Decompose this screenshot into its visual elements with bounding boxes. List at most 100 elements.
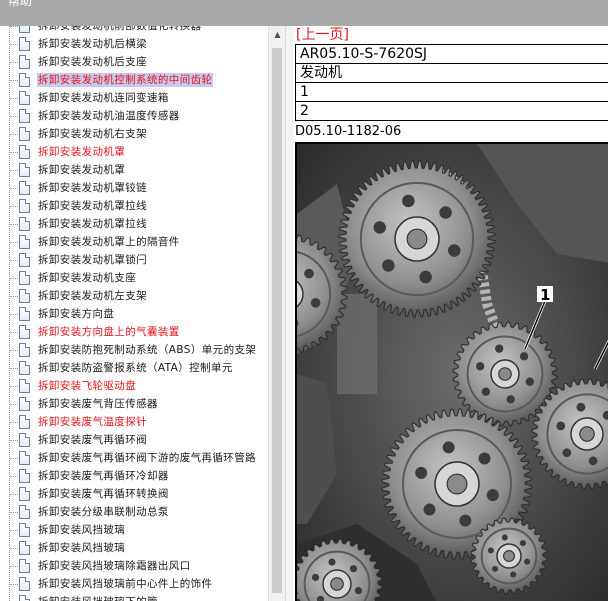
document-icon [19, 217, 30, 231]
tree-item[interactable]: 拆卸安装风挡玻璃 [0, 521, 268, 539]
tree-item[interactable]: 拆卸安装发动机左支架 [0, 287, 268, 305]
tree-connector [10, 170, 18, 171]
document-icon [19, 487, 30, 501]
tree-item[interactable]: 拆卸安装防盗警报系统（ATA）控制单元 [0, 359, 268, 377]
table-row: 发动机 [295, 63, 608, 83]
document-icon [19, 325, 30, 339]
tree-connector [10, 260, 18, 261]
tree-item-label[interactable]: 拆卸安装发动机左支架 [37, 289, 148, 303]
tree-item[interactable]: 拆卸安装发动机罩拉线 [0, 215, 268, 233]
document-icon [19, 199, 30, 213]
tree-connector [10, 242, 18, 243]
tree-item-label[interactable]: 拆卸安装飞轮驱动盘 [37, 379, 137, 393]
tree-item-label[interactable]: 拆卸安装废气再循环冷却器 [37, 469, 170, 483]
tree-item-label[interactable]: 拆卸安装发动机罩 [37, 163, 126, 177]
tree-item[interactable]: 拆卸安装风挡玻璃前中心件上的饰件 [0, 575, 268, 593]
tree-item-label[interactable]: 拆卸安装风挡玻璃 [37, 523, 126, 537]
figure-callout-label: 1 [540, 286, 550, 304]
tree-item[interactable]: 拆卸安装发动机支座 [0, 269, 268, 287]
document-icon [19, 505, 30, 519]
tree-item-label[interactable]: 拆卸安装发动机支座 [37, 271, 137, 285]
tree-item[interactable]: 拆卸安装防抱死制动系统（ABS）单元的支架 [0, 341, 268, 359]
tree-item[interactable]: 拆卸安装风挡玻璃下的管 [0, 593, 268, 601]
tree-item-label[interactable]: 拆卸安装发动机右支架 [37, 127, 148, 141]
tree-item-label[interactable]: 拆卸安装发动机罩 [37, 145, 126, 159]
tree-connector [10, 152, 18, 153]
tree-item-label[interactable]: 拆卸安装风挡玻璃 [37, 541, 126, 555]
tree-item[interactable]: 拆卸安装方向盘 [0, 305, 268, 323]
tree-item-label[interactable]: 拆卸安装废气再循环转换阀 [37, 487, 170, 501]
tree-item-label[interactable]: 拆卸安装发动机罩拉线 [37, 217, 148, 231]
tree-item-label[interactable]: 拆卸安装风挡玻璃前中心件上的饰件 [37, 577, 213, 591]
tree-item[interactable]: 拆卸安装发动机罩 [0, 161, 268, 179]
tree-item[interactable]: 拆卸安装发动机右支架 [0, 125, 268, 143]
tree-item-label[interactable]: 拆卸安装风挡玻璃下的管 [37, 595, 159, 601]
tree-connector [10, 98, 18, 99]
tree-item[interactable]: 拆卸安装飞轮驱动盘 [0, 377, 268, 395]
document-icon [19, 73, 30, 87]
tree-item[interactable]: 拆卸安装发动机油温度传感器 [0, 107, 268, 125]
tree-item-label[interactable]: 拆卸安装发动机罩锁闩 [37, 253, 148, 267]
small-drive-gear [470, 517, 548, 595]
tree-item[interactable]: 拆卸安装发动机罩锁闩 [0, 251, 268, 269]
table-row: 2 [295, 101, 608, 121]
scroll-up-arrow-icon[interactable]: ▲ [269, 26, 286, 42]
tree-item[interactable]: 拆卸安装废气再循环阀 [0, 431, 268, 449]
pane-splitter[interactable] [285, 26, 293, 601]
tree-item[interactable]: 拆卸安装发动机罩 [0, 143, 268, 161]
tree-connector [10, 584, 18, 585]
tree-item[interactable]: 拆卸安装发动机连同变速箱 [0, 89, 268, 107]
tree-item-label[interactable]: 拆卸安装发动机连同变速箱 [37, 91, 170, 105]
previous-page-link[interactable]: [上一页] [296, 26, 349, 44]
tree-item-label[interactable]: 拆卸安装发动机后横梁 [37, 37, 148, 51]
tree-item[interactable]: 拆卸安装废气再循环冷却器 [0, 467, 268, 485]
scroll-thumb[interactable] [272, 48, 282, 593]
tree-item-label[interactable]: 拆卸安装发动机控制系统的中间齿轮 [37, 73, 214, 87]
tree-item[interactable]: 拆卸安装分级串联制动总泵 [0, 503, 268, 521]
tree-item[interactable]: 拆卸安装发动机罩上的隔音件 [0, 233, 268, 251]
tree-item-label[interactable]: 拆卸安装发动机油温度传感器 [37, 109, 181, 123]
topic-tree[interactable]: 拆卸安装发动机前部数值化转换器 拆卸安装发动机后横梁 拆卸安装发动机后支座 拆卸安装发… [0, 26, 268, 601]
tree-item-label[interactable]: 拆卸安装防盗警报系统（ATA）控制单元 [37, 361, 234, 375]
tree-item[interactable]: 拆卸安装风挡玻璃 [0, 539, 268, 557]
tree-item[interactable]: 拆卸安装发动机罩铰链 [0, 179, 268, 197]
tree-connector [10, 314, 18, 315]
tree-item[interactable]: 拆卸安装方向盘上的气囊装置 [0, 323, 268, 341]
tree-connector [10, 548, 18, 549]
tree-item-label[interactable]: 拆卸安装方向盘 [37, 307, 115, 321]
tree-item-label[interactable]: 拆卸安装发动机后支座 [37, 55, 148, 69]
tree-item[interactable]: 拆卸安装发动机后支座 [0, 53, 268, 71]
tree-item-label[interactable]: 拆卸安装风挡玻璃除霜器出风口 [37, 559, 192, 573]
tree-item[interactable]: 拆卸安装风挡玻璃除霜器出风口 [0, 557, 268, 575]
tree-item-label[interactable]: 拆卸安装废气再循环阀下游的废气再循环管路 [37, 451, 257, 465]
tree-connector [10, 278, 18, 279]
document-icon [19, 469, 30, 483]
tree-item[interactable]: 拆卸安装发动机后横梁 [0, 35, 268, 53]
tree-connector [10, 188, 18, 189]
tree-item-label[interactable]: 拆卸安装发动机罩上的隔音件 [37, 235, 181, 249]
tree-item[interactable]: 拆卸安装发动机罩拉线 [0, 197, 268, 215]
tree-item-label[interactable]: 拆卸安装防抱死制动系统（ABS）单元的支架 [37, 343, 257, 357]
tree-item[interactable]: 拆卸安装废气温度探针 [0, 413, 268, 431]
tree-item[interactable]: 拆卸安装废气背压传感器 [0, 395, 268, 413]
tree-connector [10, 26, 18, 27]
tree-item[interactable]: 拆卸安装发动机前部数值化转换器 [0, 26, 268, 35]
tree-item-label[interactable]: 拆卸安装分级串联制动总泵 [37, 505, 170, 519]
tree-item-label[interactable]: 拆卸安装发动机前部数值化转换器 [37, 26, 203, 33]
document-icon [19, 181, 30, 195]
tree-item-label[interactable]: 拆卸安装发动机罩铰链 [37, 181, 148, 195]
table-cell: 2 [295, 101, 608, 121]
window-title: 帮助 [8, 0, 33, 8]
tree-item[interactable]: 拆卸安装废气再循环转换阀 [0, 485, 268, 503]
tree-item-label[interactable]: 拆卸安装废气温度探针 [37, 415, 148, 429]
tree-item-label[interactable]: 拆卸安装废气再循环阀 [37, 433, 148, 447]
tree-item-label[interactable]: 拆卸安装废气背压传感器 [37, 397, 159, 411]
tree-item-label[interactable]: 拆卸安装方向盘上的气囊装置 [37, 325, 181, 339]
tree-item[interactable]: 拆卸安装发动机控制系统的中间齿轮 [0, 71, 268, 89]
tree-item-label[interactable]: 拆卸安装发动机罩拉线 [37, 199, 148, 213]
tree-connector [10, 368, 18, 369]
window-titlebar: 帮助 [0, 0, 608, 26]
tree-item[interactable]: 拆卸安装废气再循环阀下游的废气再循环管路 [0, 449, 268, 467]
tree-scrollbar[interactable]: ▲ [268, 26, 285, 601]
table-cell: AR05.10-S-7620SJ [295, 44, 608, 64]
